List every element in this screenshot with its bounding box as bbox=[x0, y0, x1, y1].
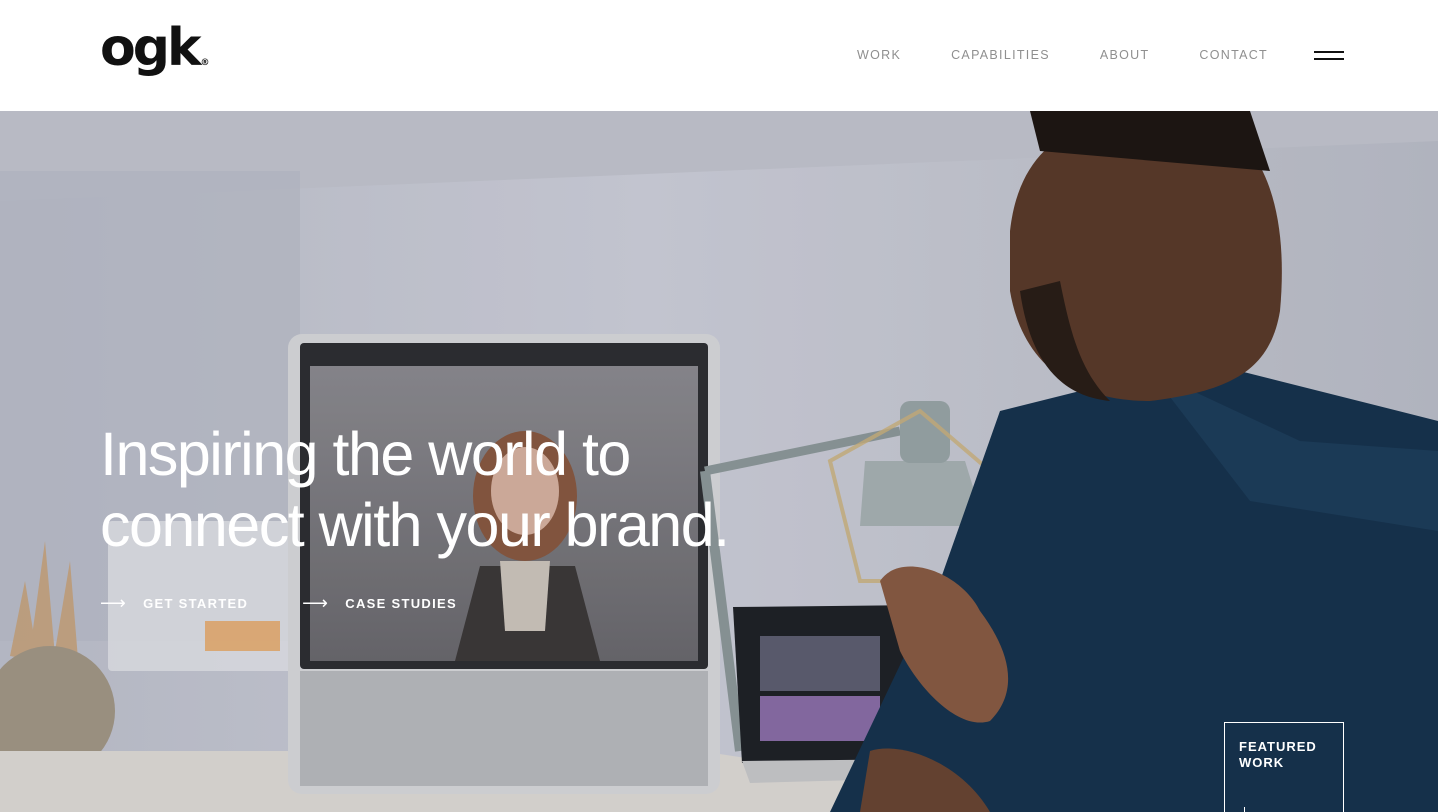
case-studies-link[interactable]: ⟶ CASE STUDIES bbox=[302, 594, 457, 612]
cta-label: CASE STUDIES bbox=[345, 595, 457, 611]
nav-work[interactable]: WORK bbox=[857, 48, 901, 62]
nav-contact[interactable]: CONTACT bbox=[1199, 48, 1268, 62]
ogk-logo[interactable]: ogk ® bbox=[100, 22, 210, 74]
get-started-link[interactable]: ⟶ GET STARTED bbox=[100, 594, 248, 612]
site-header: ogk ® WORK CAPABILITIES ABOUT CONTACT bbox=[0, 0, 1438, 111]
nav-capabilities[interactable]: CAPABILITIES bbox=[951, 48, 1050, 62]
featured-work-button[interactable]: FEATURED WORK bbox=[1224, 722, 1344, 812]
arrow-right-icon: ⟶ bbox=[302, 593, 330, 613]
main-nav: WORK CAPABILITIES ABOUT CONTACT bbox=[857, 48, 1268, 62]
logo-text: ogk bbox=[100, 18, 202, 78]
hero-headline-line: connect with your brand. bbox=[100, 491, 730, 559]
hamburger-line bbox=[1314, 51, 1344, 53]
hero-section: Inspiring the world to connect with your… bbox=[0, 111, 1438, 812]
hamburger-line bbox=[1314, 58, 1344, 60]
arrow-right-icon: ⟶ bbox=[100, 593, 128, 613]
registered-mark: ® bbox=[200, 58, 210, 68]
featured-label-line: FEATURED bbox=[1239, 739, 1317, 754]
nav-about[interactable]: ABOUT bbox=[1100, 48, 1150, 62]
scroll-down-indicator-icon bbox=[1244, 807, 1245, 812]
hamburger-icon[interactable] bbox=[1314, 48, 1344, 62]
hero-headline: Inspiring the world to connect with your… bbox=[100, 419, 800, 561]
hero-cta-row: ⟶ GET STARTED ⟶ CASE STUDIES bbox=[100, 594, 457, 612]
hero-headline-line: Inspiring the world to bbox=[100, 420, 631, 488]
featured-label-line: WORK bbox=[1239, 755, 1285, 770]
cta-label: GET STARTED bbox=[143, 595, 249, 611]
